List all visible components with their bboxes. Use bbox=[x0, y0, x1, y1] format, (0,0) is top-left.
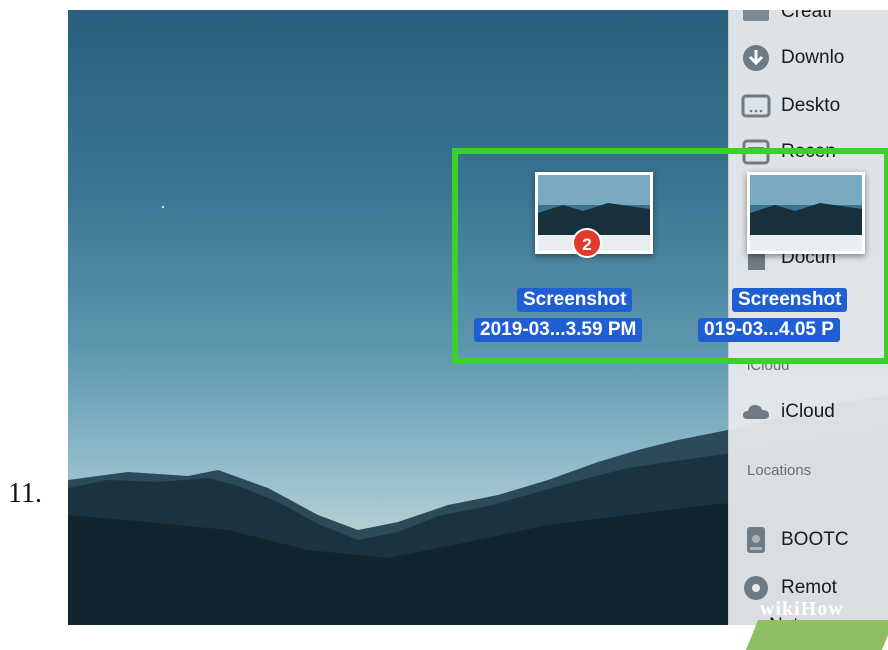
sidebar-item-label: iCloud bbox=[781, 401, 835, 422]
download-icon bbox=[743, 45, 769, 71]
sidebar-item-label: Deskto bbox=[781, 95, 841, 116]
sidebar-item-creative-cloud[interactable]: Creati bbox=[741, 10, 832, 28]
drive-icon bbox=[747, 527, 765, 553]
sidebar-item-label: Downlo bbox=[781, 47, 845, 68]
sidebar-item-desktop[interactable]: Deskto bbox=[741, 90, 840, 122]
section-header-locations: Locations bbox=[747, 462, 812, 479]
sidebar-item-label: Creati bbox=[781, 10, 832, 22]
sidebar-item-bootcamp[interactable]: BOOTC bbox=[741, 524, 849, 556]
wikihow-watermark: wikiHow bbox=[760, 598, 844, 620]
sidebar-item-downloads[interactable]: Downlo bbox=[741, 42, 844, 74]
sidebar-item-label: Remot bbox=[781, 577, 837, 598]
step-number: 11. bbox=[8, 478, 42, 509]
cloud-icon bbox=[743, 405, 769, 419]
sidebar-item-label: BOOTC bbox=[781, 529, 849, 550]
desktop-icon bbox=[741, 94, 771, 118]
highlight-box bbox=[452, 148, 888, 364]
sidebar-item-icloud-drive[interactable]: iCloud bbox=[741, 396, 835, 428]
folder-icon bbox=[743, 10, 769, 21]
